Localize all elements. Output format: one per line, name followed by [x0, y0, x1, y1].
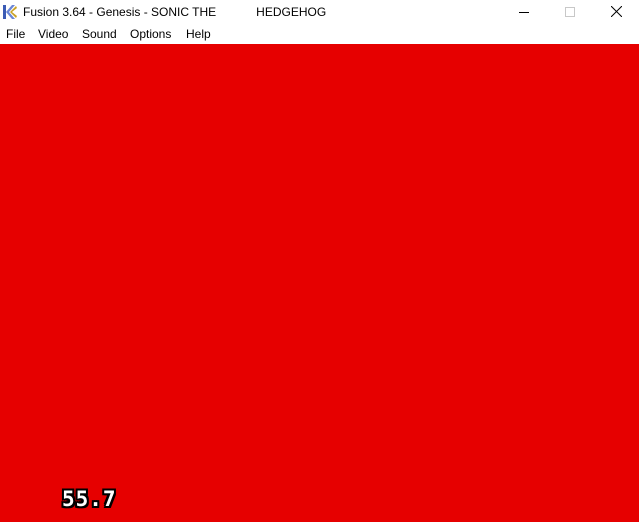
menu-video[interactable]: Video: [38, 27, 68, 42]
menu-file[interactable]: File: [6, 27, 25, 42]
menu-sound[interactable]: Sound: [82, 27, 117, 42]
menu-help[interactable]: Help: [186, 27, 211, 42]
window-title: Fusion 3.64 - Genesis - SONIC THE HEDGEH…: [23, 5, 327, 19]
fusion-icon[interactable]: [2, 4, 18, 20]
close-button[interactable]: [593, 0, 639, 25]
menu-options[interactable]: Options: [130, 27, 171, 42]
maximize-button[interactable]: [547, 0, 593, 25]
emulator-window: Fusion 3.64 - Genesis - SONIC THE HEDGEH…: [0, 0, 639, 522]
maximize-icon: [565, 4, 575, 22]
minimize-icon: [519, 4, 529, 22]
game-viewport[interactable]: 55.7: [0, 44, 639, 522]
minimize-button[interactable]: [501, 0, 547, 25]
title-bar[interactable]: Fusion 3.64 - Genesis - SONIC THE HEDGEH…: [0, 0, 639, 25]
close-icon: [610, 4, 622, 22]
menu-bar: File Video Sound Options Help: [0, 25, 639, 44]
fps-counter: 55.7: [62, 487, 117, 511]
